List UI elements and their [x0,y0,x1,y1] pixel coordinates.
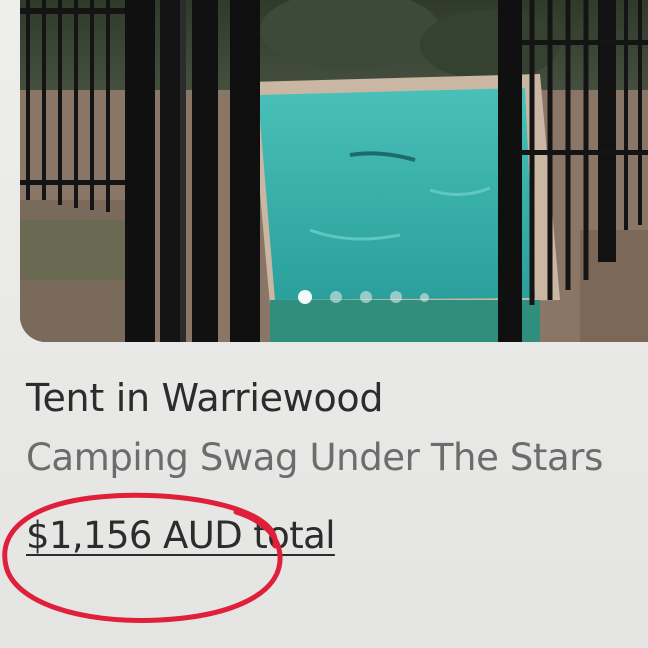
carousel-dot[interactable] [360,291,372,303]
carousel-dot[interactable] [420,292,429,302]
carousel-dot[interactable] [390,291,402,303]
red-circle-annotation [2,492,283,623]
carousel-dot[interactable] [330,291,342,303]
carousel-dot[interactable] [298,290,312,304]
listing-title: Tent in Warriewood [26,376,384,420]
photo-carousel-dots[interactable] [298,290,429,304]
listing-card[interactable]: Tent in Warriewood Camping Swag Under Th… [0,0,648,648]
listing-subtitle: Camping Swag Under The Stars [26,436,603,479]
listing-total-price[interactable]: $1,156 AUD total [26,514,335,557]
listing-photo[interactable] [20,0,648,342]
